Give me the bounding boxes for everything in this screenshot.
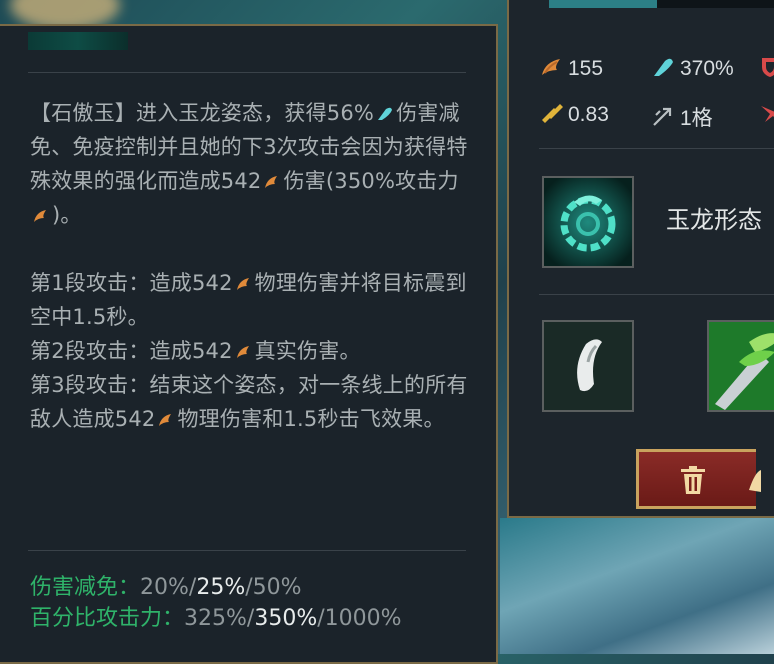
item-slot-sword[interactable] <box>707 320 774 412</box>
crit-icon <box>761 106 774 122</box>
divider <box>28 550 466 551</box>
divider <box>28 72 466 73</box>
item-slot-claw[interactable] <box>542 320 634 412</box>
ability-icon-jade-dragon[interactable] <box>542 176 634 268</box>
stat-armor <box>759 56 774 81</box>
stat-line-damage-reduction: 伤害减免：20%/25%/50% <box>30 575 302 600</box>
attack-damage-icon <box>157 404 175 426</box>
ability-power-icon <box>376 98 394 120</box>
attack-damage-icon <box>235 336 253 358</box>
ability-power-icon <box>654 58 673 76</box>
stat-value: 1000% <box>324 606 402 631</box>
gold-icon <box>749 470 761 492</box>
stat-attack-speed: 0.83 <box>539 102 609 127</box>
stat-range: 1格 <box>651 102 713 132</box>
trash-icon <box>681 466 705 494</box>
stat-label: 伤害减免： <box>30 575 141 600</box>
stat-value: 20% <box>140 575 189 600</box>
stat-value: 325% <box>184 606 247 631</box>
ability-description: 【石傲玉】进入玉龙姿态，获得56% 伤害减免、免疫控制并且她的下3次攻击会因为获得… <box>30 96 470 436</box>
attack-damage-icon <box>263 166 281 188</box>
stat-attack-damage: 155 <box>539 56 603 81</box>
desc-line: 第1段攻击：造成542 物理伤害并将目标震到空中1.5秒。 <box>30 266 470 334</box>
sell-button[interactable] <box>636 449 761 509</box>
attack-damage-icon <box>235 268 253 290</box>
stat-value-current: 350% <box>254 606 318 631</box>
divider <box>539 294 774 295</box>
range-icon <box>653 107 672 126</box>
attack-damage-icon <box>32 200 50 222</box>
stat-line-ad-ratio: 百分比攻击力：325%/350%/1000% <box>30 606 402 631</box>
champion-info-panel: 155 370% 0.83 1格 玉龙形态 <box>507 0 774 518</box>
divider <box>539 148 774 149</box>
ability-tooltip: 【石傲玉】进入玉龙姿态，获得56% 伤害减免、免疫控制并且她的下3次攻击会因为获得… <box>0 24 498 664</box>
scaling-stats: 伤害减免：20%/25%/50% 百分比攻击力：325%/350%/1000% <box>30 572 490 634</box>
attack-speed-icon <box>542 104 563 123</box>
armor-icon <box>762 58 774 77</box>
attack-damage-icon <box>542 59 560 75</box>
stat-label: 百分比攻击力： <box>30 606 185 631</box>
desc-line: 第2段攻击：造成542 真实伤害。 <box>30 334 470 368</box>
mana-bar-fill <box>549 0 657 8</box>
stat-crit <box>759 102 774 127</box>
desc-line: 第3段攻击：结束这个姿态，对一条线上的所有敌人造成542 物理伤害和1.5秒击飞效… <box>30 373 468 431</box>
stat-value: 50% <box>252 575 302 600</box>
stat-value-current: 25% <box>196 575 246 600</box>
tooltip-header-art <box>28 32 128 50</box>
game-scene-background <box>500 518 774 654</box>
stat-ability-power: 370% <box>651 56 734 81</box>
desc-line: 【石傲玉】进入玉龙姿态，获得56% 伤害减免、免疫控制并且她的下3次攻击会因为获得… <box>30 96 470 232</box>
ability-name: 玉龙形态 <box>666 206 762 234</box>
